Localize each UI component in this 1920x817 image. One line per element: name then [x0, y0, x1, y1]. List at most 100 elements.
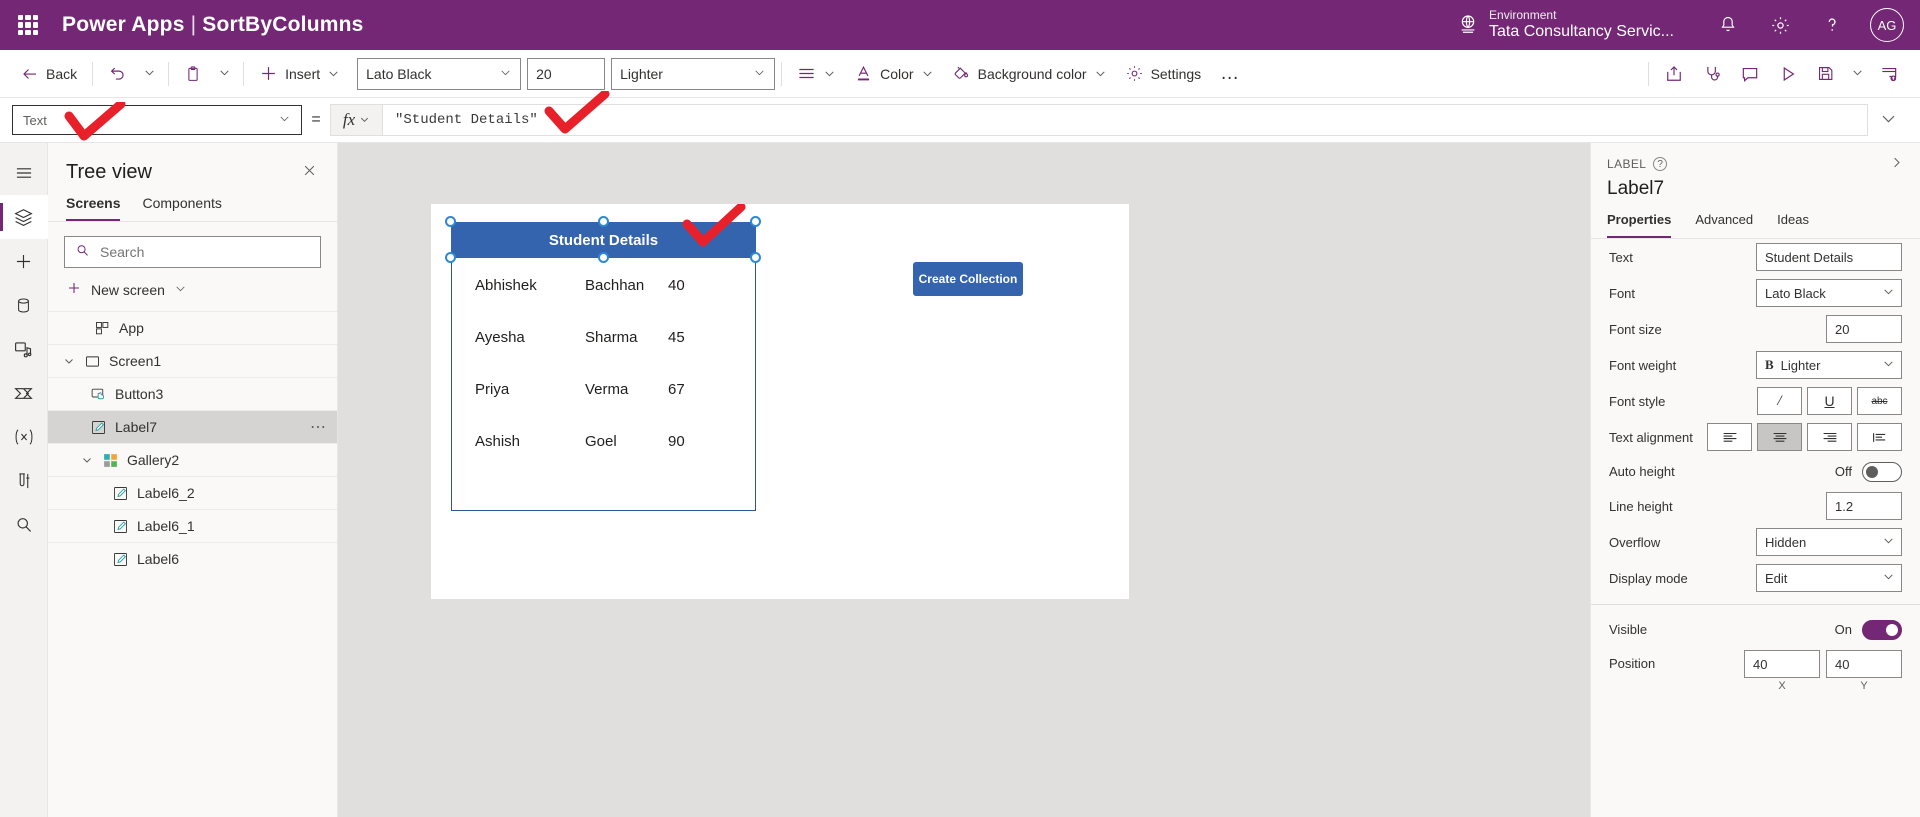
property-label: Position	[1609, 656, 1656, 671]
new-screen-button[interactable]: New screen	[48, 268, 337, 311]
save-dropdown[interactable]	[1844, 58, 1870, 90]
tree-view-icon[interactable]	[0, 195, 48, 239]
font-select[interactable]: Lato Black	[1756, 279, 1902, 307]
background-color-button[interactable]: Background color	[943, 58, 1116, 90]
gallery-row[interactable]: Abhishek Bachhan 40	[452, 259, 755, 311]
data-cylinder-icon[interactable]	[0, 283, 48, 327]
text-input[interactable]: Student Details	[1756, 243, 1902, 271]
undo-dropdown[interactable]	[136, 58, 162, 90]
font-family-select[interactable]: Lato Black	[357, 57, 522, 90]
tree-item-label6[interactable]: Label6	[48, 542, 337, 575]
chevron-right-icon[interactable]	[1889, 155, 1904, 173]
create-collection-button[interactable]: Create Collection	[913, 262, 1023, 296]
tree-item-label7[interactable]: Label7 ⋯	[48, 410, 337, 443]
app-checker-button[interactable]	[1693, 58, 1731, 90]
resize-handle-top-center[interactable]	[598, 216, 609, 227]
tab-screens[interactable]: Screens	[66, 195, 121, 221]
power-automate-icon[interactable]	[0, 371, 48, 415]
resize-handle-bottom-right[interactable]	[750, 252, 761, 263]
font-size-input[interactable]: 20	[527, 57, 606, 90]
gallery-row[interactable]: Priya Verma 67	[452, 363, 755, 415]
auto-height-toggle[interactable]	[1862, 461, 1902, 482]
environment-selector[interactable]: Environment Tata Consultancy Servic...	[1457, 8, 1674, 41]
tree-item-button3[interactable]: Button3	[48, 377, 337, 410]
question-icon[interactable]	[1806, 0, 1858, 50]
align-center-icon[interactable]	[1757, 423, 1802, 451]
align-left-icon[interactable]	[1707, 423, 1752, 451]
tree-item-chevron[interactable]	[80, 454, 94, 466]
position-x-input[interactable]: 40	[1744, 650, 1820, 678]
settings-button[interactable]: Settings	[1116, 58, 1211, 90]
media-icon[interactable]	[0, 327, 48, 371]
app-tests-icon[interactable]	[0, 459, 48, 503]
tree-item-screen1[interactable]: Screen1	[48, 344, 337, 377]
font-color-button[interactable]: Color	[845, 58, 942, 90]
gallery-row[interactable]: Ayesha Sharma 45	[452, 311, 755, 363]
tab-properties[interactable]: Properties	[1607, 212, 1672, 238]
resize-handle-bottom-left[interactable]	[445, 252, 456, 263]
tab-ideas[interactable]: Ideas	[1777, 212, 1809, 238]
hamburger-menu-icon[interactable]	[0, 151, 48, 195]
tab-advanced[interactable]: Advanced	[1695, 212, 1753, 238]
underline-icon[interactable]: U	[1807, 387, 1852, 415]
property-select[interactable]: Text	[12, 102, 302, 141]
paste-button[interactable]	[175, 58, 211, 90]
insert-button[interactable]: Insert	[250, 58, 349, 90]
visible-toggle[interactable]	[1862, 619, 1902, 640]
gallery-row[interactable]: Ashish Goel 90	[452, 415, 755, 467]
app-launcher-icon[interactable]	[16, 13, 40, 37]
display-mode-select[interactable]: Edit	[1756, 564, 1902, 592]
save-button[interactable]	[1807, 58, 1844, 90]
tree-item-chevron[interactable]	[62, 355, 76, 367]
close-icon[interactable]	[296, 159, 323, 185]
tree-item-gallery2[interactable]: Gallery2	[48, 443, 337, 476]
avatar[interactable]: AG	[1870, 8, 1904, 42]
overflow-select[interactable]: Hidden	[1756, 528, 1902, 556]
tree-item-label6-2[interactable]: Label6_2	[48, 476, 337, 509]
font-weight-select[interactable]: B Lighter	[1756, 351, 1902, 379]
tree-item-label6-1[interactable]: Label6_1	[48, 509, 337, 542]
question-icon[interactable]: ?	[1653, 157, 1668, 171]
undo-button[interactable]	[99, 58, 136, 90]
comment-button[interactable]	[1731, 58, 1769, 90]
cell-marks: 45	[668, 328, 685, 346]
back-button[interactable]: Back	[12, 58, 86, 90]
fx-button[interactable]: fx	[331, 105, 383, 135]
search-icon[interactable]	[0, 503, 48, 547]
tree-search-box[interactable]	[64, 236, 321, 268]
font-size-input[interactable]: 20	[1826, 315, 1902, 343]
gear-icon[interactable]	[1754, 0, 1806, 50]
align-justify-icon[interactable]	[1857, 423, 1902, 451]
paste-dropdown[interactable]	[211, 58, 237, 90]
tree-view-title: Tree view	[66, 160, 152, 183]
position-y-input[interactable]: 40	[1826, 650, 1902, 678]
app-screen[interactable]: Abhishek Bachhan 40 Ayesha Sharma 45 Pri…	[431, 204, 1129, 599]
font-weight-select[interactable]: Lighter	[611, 57, 776, 90]
bell-icon[interactable]	[1702, 0, 1754, 50]
cell-first-name: Priya	[475, 380, 510, 398]
line-height-input[interactable]: 1.2	[1826, 492, 1902, 520]
align-right-icon[interactable]	[1807, 423, 1852, 451]
preview-button[interactable]	[1769, 58, 1807, 90]
tree-view-header: Tree view	[48, 143, 337, 189]
tree-item-more-button[interactable]: ⋯	[310, 417, 327, 437]
cell-first-name: Abhishek	[475, 276, 537, 294]
resize-handle-top-right[interactable]	[750, 216, 761, 227]
overflow-menu-button[interactable]: …	[1210, 64, 1249, 83]
formula-input[interactable]: "Student Details"	[383, 91, 1867, 135]
variables-icon[interactable]	[0, 415, 48, 459]
tab-components[interactable]: Components	[142, 195, 221, 221]
tree-item-app[interactable]: App	[48, 311, 337, 344]
insert-plus-icon[interactable]	[0, 239, 48, 283]
formula-expand-button[interactable]	[1868, 109, 1908, 131]
search-input[interactable]	[98, 243, 310, 261]
share-button[interactable]	[1655, 58, 1693, 90]
resize-handle-top-left[interactable]	[445, 216, 456, 227]
chevron-down-icon	[1882, 285, 1895, 301]
publish-button[interactable]	[1870, 58, 1908, 90]
resize-handle-bottom-center[interactable]	[598, 252, 609, 263]
italic-icon[interactable]: /	[1757, 387, 1802, 415]
strikethrough-icon[interactable]: abc	[1857, 387, 1902, 415]
text-align-button[interactable]	[788, 58, 845, 90]
gallery-control[interactable]: Abhishek Bachhan 40 Ayesha Sharma 45 Pri…	[451, 222, 756, 511]
